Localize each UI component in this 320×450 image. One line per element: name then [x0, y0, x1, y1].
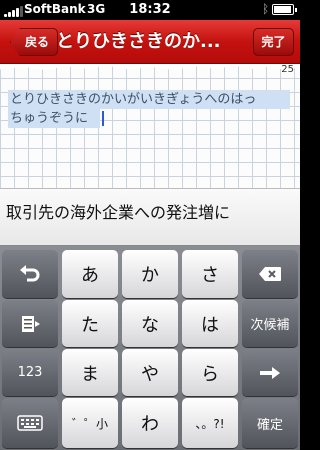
note-editor[interactable]: 25 とりひきさきのかいがいきぎょうへのはっ ちゅうぞうに — [0, 64, 300, 188]
cursor-right-key[interactable] — [242, 349, 298, 396]
undo-arrow-icon — [20, 265, 40, 282]
kana-key-ha[interactable]: は — [182, 300, 238, 347]
note-text[interactable]: とりひきさきのかいがいきぎょうへのはっ ちゅうぞうに — [8, 90, 290, 128]
confirm-key[interactable]: 確定 — [242, 398, 298, 448]
kana-key-ra[interactable]: ら — [182, 349, 238, 396]
undo-key[interactable] — [2, 250, 58, 298]
delete-key[interactable] — [242, 250, 298, 298]
kana-key-ya[interactable]: や — [122, 349, 178, 396]
dakuten-small-key[interactable]: ゛゜小 — [62, 398, 118, 448]
kana-key-na[interactable]: な — [122, 300, 178, 347]
kana-key-ka[interactable]: か — [122, 250, 178, 298]
back-button[interactable]: 戻る — [10, 28, 59, 56]
note-title: とりひきさきのか... — [56, 31, 221, 52]
clock: 18:32 — [129, 2, 171, 17]
next-candidate-icon — [22, 315, 40, 332]
note-text-line: ちゅうぞうに — [10, 111, 89, 126]
keyboard-icon — [17, 415, 43, 431]
navigation-bar: 戻る とりひきさきのか... 完了 — [0, 20, 300, 64]
backspace-icon — [259, 267, 281, 281]
next-candidate-left-key[interactable] — [2, 300, 58, 347]
text-cursor — [102, 111, 104, 126]
torn-paper-edge — [0, 64, 300, 70]
bluetooth-icon: ᛒ — [262, 2, 270, 16]
note-text-line: とりひきさきのかいがいきぎょうへのはっ — [10, 92, 257, 107]
conversion-candidate-bar: 取引先の海外企業への発注増に — [0, 188, 300, 246]
kana-key-ma[interactable]: ま — [62, 349, 118, 396]
battery-icon — [272, 4, 297, 15]
next-candidate-key[interactable]: 次候補 — [242, 300, 298, 347]
arrow-right-icon — [260, 366, 280, 379]
kana-key-wa[interactable]: わ — [122, 398, 178, 448]
done-button[interactable]: 完了 — [253, 28, 294, 56]
status-bar: SoftBank 3G 18:32 ᛒ — [0, 0, 300, 20]
keyboard-switch-key[interactable] — [2, 398, 58, 448]
page-number: 25 — [281, 64, 294, 75]
numbers-key[interactable]: 123 — [2, 349, 58, 396]
kana-key-sa[interactable]: さ — [182, 250, 238, 298]
kana-keyboard: 123 あ か さ た な は ま や ら ゛゜小 わ 、。?! 次候補 確定 — [0, 246, 300, 450]
punctuation-key[interactable]: 、。?! — [182, 398, 238, 448]
kana-key-ta[interactable]: た — [62, 300, 118, 347]
kana-key-a[interactable]: あ — [62, 250, 118, 298]
conversion-candidate[interactable]: 取引先の海外企業への発注増に — [6, 199, 230, 223]
